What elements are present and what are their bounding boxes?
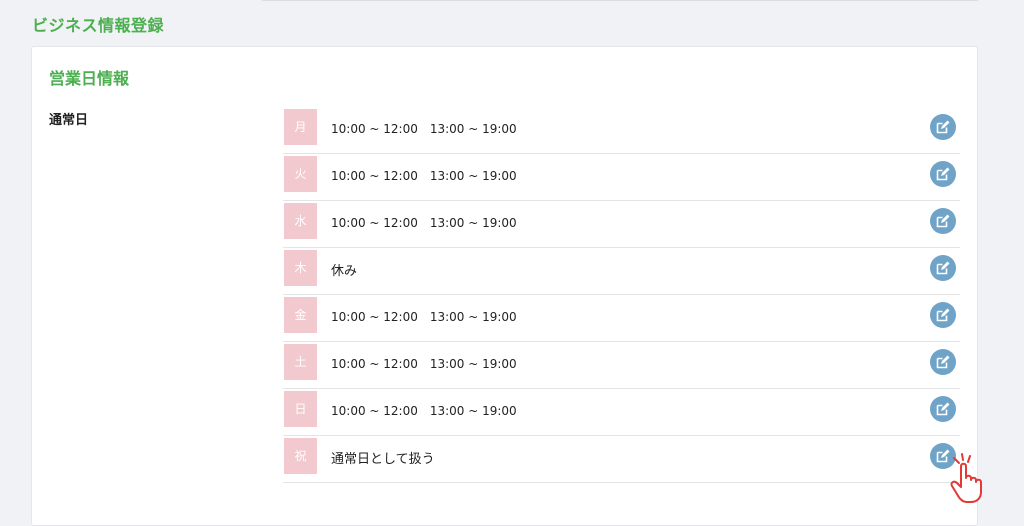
edit-icon: [936, 214, 950, 228]
day-badge: 月: [284, 109, 317, 145]
schedule-row-mon: 月 10:00 ~ 12:00 13:00 ~ 19:00: [283, 107, 960, 154]
schedule-row-tue: 火 10:00 ~ 12:00 13:00 ~ 19:00: [283, 154, 960, 201]
edit-icon: [936, 402, 950, 416]
hours-text: 10:00 ~ 12:00 13:00 ~ 19:00: [331, 122, 517, 136]
edit-button[interactable]: [930, 208, 956, 234]
edit-button[interactable]: [930, 255, 956, 281]
edit-button[interactable]: [930, 114, 956, 140]
section-title: 営業日情報: [49, 69, 130, 88]
hours-text: 10:00 ~ 12:00 13:00 ~ 19:00: [331, 216, 517, 230]
edit-icon: [936, 355, 950, 369]
top-divider: [262, 0, 978, 1]
schedule-row-holiday: 祝 通常日として扱う: [283, 436, 960, 483]
page-title: ビジネス情報登録: [32, 16, 165, 35]
regular-days-label: 通常日: [49, 113, 89, 128]
edit-button[interactable]: [930, 161, 956, 187]
hours-text: 10:00 ~ 12:00 13:00 ~ 19:00: [331, 169, 517, 183]
edit-icon: [936, 308, 950, 322]
day-badge: 金: [284, 297, 317, 333]
hours-text: 通常日として扱う: [331, 452, 435, 467]
schedule-row-thu: 木 休み: [283, 248, 960, 295]
edit-icon: [936, 167, 950, 181]
pointer-hand-icon: [950, 453, 982, 503]
hours-text: 10:00 ~ 12:00 13:00 ~ 19:00: [331, 310, 517, 324]
edit-button[interactable]: [930, 302, 956, 328]
day-badge: 火: [284, 156, 317, 192]
schedule-row-wed: 水 10:00 ~ 12:00 13:00 ~ 19:00: [283, 201, 960, 248]
hours-text: 休み: [331, 264, 358, 279]
edit-icon: [936, 261, 950, 275]
hours-text: 10:00 ~ 12:00 13:00 ~ 19:00: [331, 404, 517, 418]
edit-icon: [936, 120, 950, 134]
business-hours-card: 営業日情報 通常日 月 10:00 ~ 12:00 13:00 ~ 19:00 …: [31, 46, 978, 526]
day-badge: 日: [284, 391, 317, 427]
schedule-row-sat: 土 10:00 ~ 12:00 13:00 ~ 19:00: [283, 342, 960, 389]
schedule-list: 月 10:00 ~ 12:00 13:00 ~ 19:00 火 10:00 ~ …: [283, 107, 960, 483]
edit-button[interactable]: [930, 349, 956, 375]
day-badge: 水: [284, 203, 317, 239]
hours-text: 10:00 ~ 12:00 13:00 ~ 19:00: [331, 357, 517, 371]
edit-button[interactable]: [930, 396, 956, 422]
day-badge: 土: [284, 344, 317, 380]
day-badge: 祝: [284, 438, 317, 474]
day-badge: 木: [284, 250, 317, 286]
schedule-row-sun: 日 10:00 ~ 12:00 13:00 ~ 19:00: [283, 389, 960, 436]
schedule-row-fri: 金 10:00 ~ 12:00 13:00 ~ 19:00: [283, 295, 960, 342]
